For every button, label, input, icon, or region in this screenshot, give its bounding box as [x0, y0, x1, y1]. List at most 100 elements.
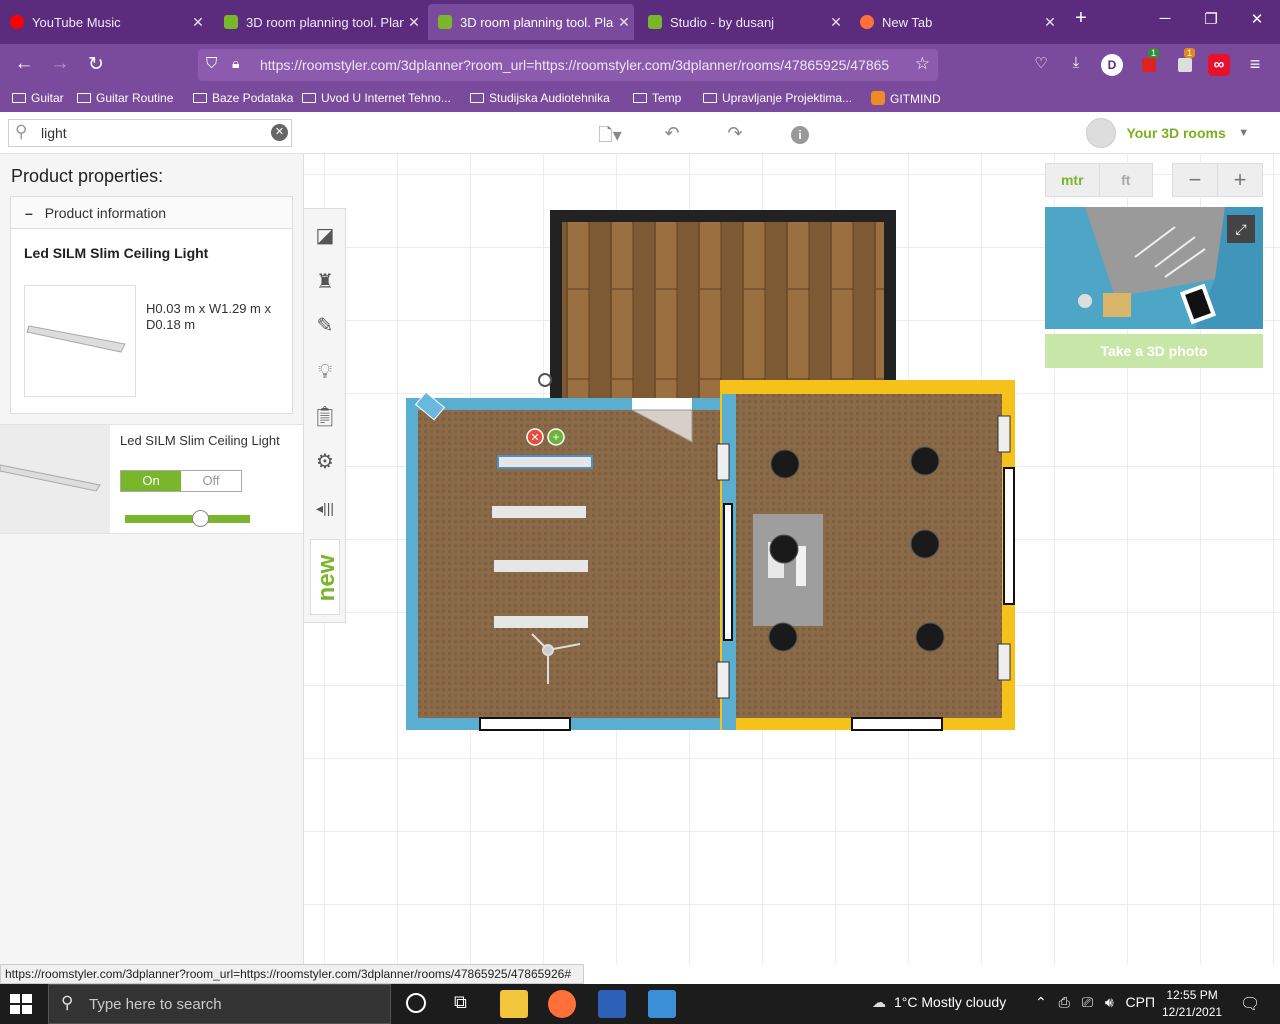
sofa-rug[interactable]	[753, 514, 823, 626]
close-tab-icon[interactable]: ✕	[614, 14, 634, 31]
word-icon[interactable]	[598, 990, 626, 1018]
paint-brush-icon[interactable]: ✎	[310, 311, 340, 341]
forward-icon[interactable]: →	[48, 53, 72, 75]
show-hidden-icon[interactable]: ⌃	[1035, 994, 1047, 1010]
ceiling-spotlight[interactable]	[910, 446, 940, 476]
url-bar[interactable]: ⛉ 🔒︎ https://roomstyler.com/3dplanner?ro…	[198, 49, 938, 81]
new-tab-button[interactable]: +	[1066, 7, 1096, 30]
toggle-on[interactable]: On	[121, 471, 181, 491]
slider-handle[interactable]	[192, 510, 209, 527]
clear-search-icon[interactable]: ✕	[271, 124, 288, 141]
user-menu[interactable]: Your 3D rooms ▼	[1086, 118, 1249, 148]
lock-icon[interactable]: 🔒︎	[232, 55, 239, 72]
close-window-icon[interactable]: ✕	[1242, 10, 1272, 28]
window-yellow-bottom[interactable]	[851, 717, 943, 731]
pocket-icon[interactable]: ♡	[1030, 54, 1052, 76]
close-tab-icon[interactable]: ✕	[826, 14, 846, 31]
menu-icon[interactable]: ≡	[1244, 54, 1266, 76]
search-input[interactable]	[41, 124, 271, 142]
3d-preview[interactable]: ⤢	[1045, 207, 1263, 329]
reload-icon[interactable]: ↻	[84, 53, 108, 76]
bookmark-folder[interactable]: Uvod U Internet Tehno...	[302, 91, 451, 105]
bookmark-star-icon[interactable]: ☆	[915, 54, 930, 74]
notifications-icon[interactable]: 🗨︎	[1240, 994, 1260, 1014]
restore-icon[interactable]: ❐	[1196, 10, 1226, 28]
floor-tool-icon[interactable]: ◪	[310, 221, 340, 251]
dimmer-slider[interactable]	[125, 510, 250, 527]
collapse-panel-icon[interactable]: ◂|||	[310, 493, 340, 523]
window-blue-bottom[interactable]	[479, 717, 571, 731]
close-tab-icon[interactable]: ✕	[404, 14, 424, 31]
bookmark-gitmind[interactable]: GITMIND	[871, 91, 941, 106]
settings-gear-icon[interactable]: ⚙	[310, 447, 340, 477]
profile-avatar[interactable]: D	[1101, 54, 1123, 76]
tab-youtube-music[interactable]: YouTube Music ✕	[0, 4, 208, 40]
ceiling-spotlight[interactable]	[768, 622, 798, 652]
top-door[interactable]	[632, 398, 692, 410]
bookmark-folder[interactable]: Upravljanje Projektima...	[703, 91, 852, 105]
language-indicator[interactable]: СРП	[1126, 994, 1156, 1010]
window-yellow-right[interactable]	[1003, 467, 1015, 605]
furniture-tool-icon[interactable]: ♜	[310, 267, 340, 297]
wall-lamp[interactable]	[997, 415, 1011, 453]
extension-icon[interactable]: 1	[1138, 48, 1160, 76]
close-tab-icon[interactable]: ✕	[1040, 14, 1060, 31]
take-3d-photo-button[interactable]: Take a 3D photo	[1045, 334, 1263, 368]
ceiling-spotlight[interactable]	[769, 534, 799, 564]
firefox-icon[interactable]	[548, 990, 576, 1018]
new-file-icon[interactable]: 🗋︎▾	[598, 123, 622, 145]
download-icon[interactable]: ⤓	[1065, 54, 1087, 76]
redo-icon[interactable]: ↷	[723, 123, 747, 143]
tab-roomstyler-1[interactable]: 3D room planning tool. Plan y ✕	[214, 4, 424, 40]
file-explorer-icon[interactable]	[500, 990, 528, 1018]
bookmark-folder[interactable]: Temp	[633, 91, 681, 105]
tab-roomstyler-2[interactable]: 3D room planning tool. Plan y ✕	[428, 4, 634, 40]
ceiling-spotlight[interactable]	[910, 529, 940, 559]
zoom-in-button[interactable]: +	[1217, 164, 1262, 196]
ceiling-light-selected[interactable]	[497, 455, 593, 469]
product-info-toggle[interactable]: – Product information	[11, 197, 292, 229]
close-tab-icon[interactable]: ✕	[188, 14, 208, 31]
tab-new-tab[interactable]: New Tab ✕	[850, 4, 1060, 40]
info-icon[interactable]: i	[788, 123, 812, 144]
toggle-off[interactable]: Off	[181, 471, 241, 491]
wall-lamp[interactable]	[716, 443, 730, 481]
light-power-toggle[interactable]: On Off	[120, 470, 242, 492]
rotate-handle-icon[interactable]	[538, 373, 552, 387]
bookmark-folder[interactable]: Guitar Routine	[77, 91, 173, 105]
bookmark-folder[interactable]: Studijska Audiotehnika	[470, 91, 610, 105]
bookmark-folder[interactable]: Baze Podataka	[193, 91, 293, 105]
shield-icon[interactable]: ⛉	[206, 55, 217, 72]
wall-lamp[interactable]	[997, 643, 1011, 681]
taskbar-search[interactable]: ⚲ Type here to search	[48, 984, 391, 1024]
fullscreen-icon[interactable]: ⤢	[1227, 215, 1255, 243]
unit-metric-button[interactable]: mtr	[1046, 164, 1099, 196]
ceiling-light[interactable]	[492, 506, 586, 518]
ceiling-light[interactable]	[494, 560, 588, 572]
minimize-icon[interactable]: ─	[1150, 10, 1180, 27]
search-box[interactable]: ⚲ ✕	[8, 119, 292, 147]
bookmark-folder[interactable]: Guitar	[12, 91, 64, 105]
cortana-icon[interactable]	[406, 993, 426, 1013]
windows-start-icon[interactable]	[10, 994, 32, 1014]
weather-widget[interactable]: ☁ 1°C Mostly cloudy	[872, 994, 1006, 1011]
unit-feet-button[interactable]: ft	[1098, 164, 1153, 196]
ceiling-light[interactable]	[494, 616, 588, 628]
lightbulb-icon[interactable]: 💡︎	[310, 357, 340, 387]
volume-icon[interactable]: 🔊︎	[1105, 994, 1114, 1010]
new-items-badge[interactable]: new	[310, 539, 340, 615]
meet-icon[interactable]: ⎙	[1059, 994, 1070, 1010]
extension-icon[interactable]: 1	[1174, 48, 1196, 76]
undo-icon[interactable]: ↶	[660, 123, 684, 143]
zoom-out-button[interactable]: −	[1173, 164, 1217, 196]
clock[interactable]: 12:55 PM 12/21/2021	[1162, 987, 1222, 1021]
task-view-icon[interactable]: ⧉	[454, 992, 467, 1013]
url-text[interactable]: https://roomstyler.com/3dplanner?room_ur…	[260, 57, 900, 73]
network-icon[interactable]: ⎚	[1082, 994, 1093, 1010]
back-icon[interactable]: ←	[12, 53, 36, 75]
infinity-extension-icon[interactable]: ∞	[1208, 54, 1230, 76]
interior-door[interactable]	[723, 503, 733, 641]
ceiling-spotlight[interactable]	[915, 622, 945, 652]
tab-studio[interactable]: Studio - by dusanj ✕	[638, 4, 846, 40]
clipboard-icon[interactable]: 📋︎	[310, 402, 340, 432]
